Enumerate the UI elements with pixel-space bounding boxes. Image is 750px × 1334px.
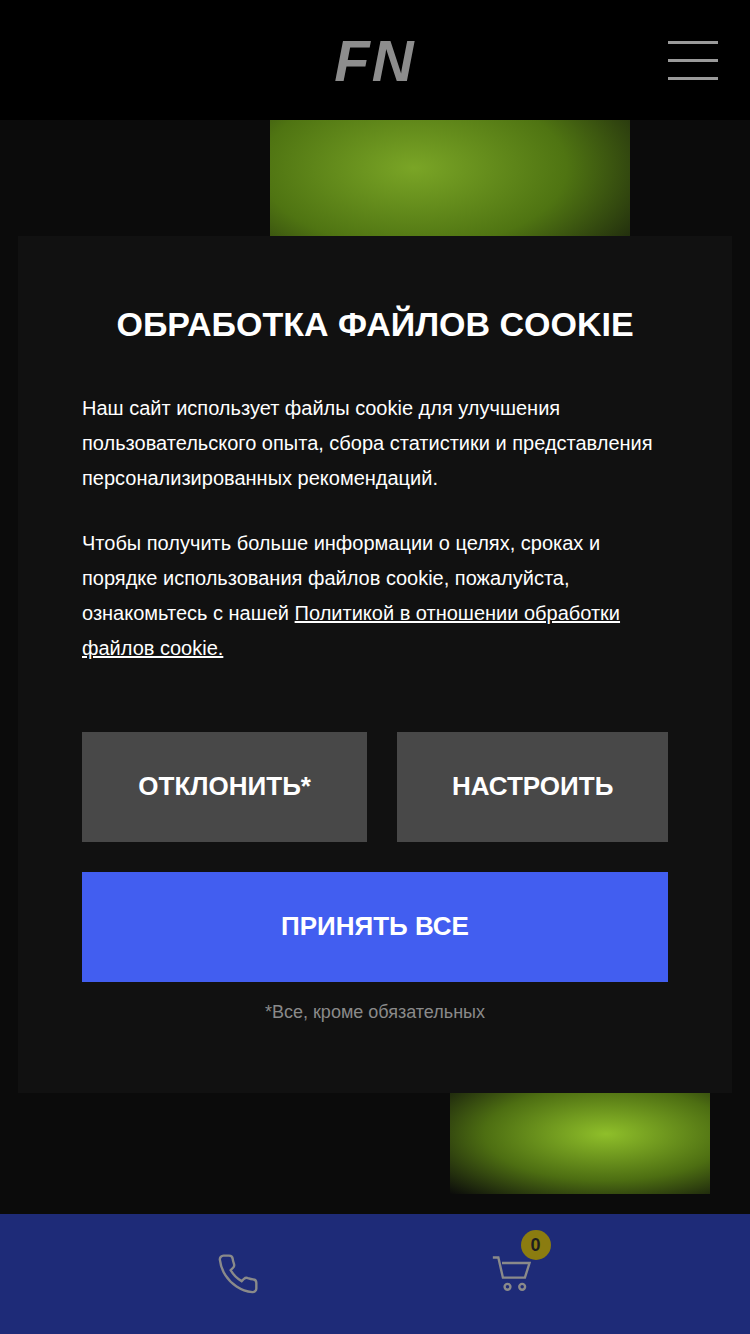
policy-link[interactable]: Политикой в отношении обработки файлов c… (82, 602, 620, 659)
cart-count-badge: 0 (521, 1230, 551, 1260)
page: FN ОБРАБОТКА ФАЙЛОВ COOKIE Наш сайт исполь… (0, 0, 750, 1334)
menu-icon[interactable] (668, 40, 720, 80)
dialog-title: ОБРАБОТКА ФАЙЛОВ COOKIE (82, 304, 668, 345)
logo[interactable]: FN (334, 27, 415, 94)
details-text: Чтобы получить больше информации о целях… (82, 526, 668, 666)
customize-button[interactable]: НАСТРОИТЬ (397, 732, 668, 842)
button-row: ОТКЛОНИТЬ* НАСТРОИТЬ (82, 732, 668, 842)
cookie-dialog: ОБРАБОТКА ФАЙЛОВ COOKIE Наш сайт использу… (18, 236, 732, 1093)
header: FN (0, 0, 750, 120)
intro-text: Наш сайт использует файлы cookie для улу… (82, 391, 668, 496)
phone-icon[interactable] (216, 1252, 260, 1296)
bottom-bar: 0 (0, 1214, 750, 1334)
footnote: *Все, кроме обязательных (82, 1002, 668, 1023)
decline-button[interactable]: ОТКЛОНИТЬ* (82, 732, 367, 842)
hero-image: ОБРАБОТКА ФАЙЛОВ COOKIE Наш сайт использу… (0, 120, 750, 1214)
accept-button[interactable]: ПРИНЯТЬ ВСЕ (82, 872, 668, 982)
cart-button[interactable]: 0 (491, 1252, 535, 1296)
cart-icon (491, 1252, 535, 1296)
